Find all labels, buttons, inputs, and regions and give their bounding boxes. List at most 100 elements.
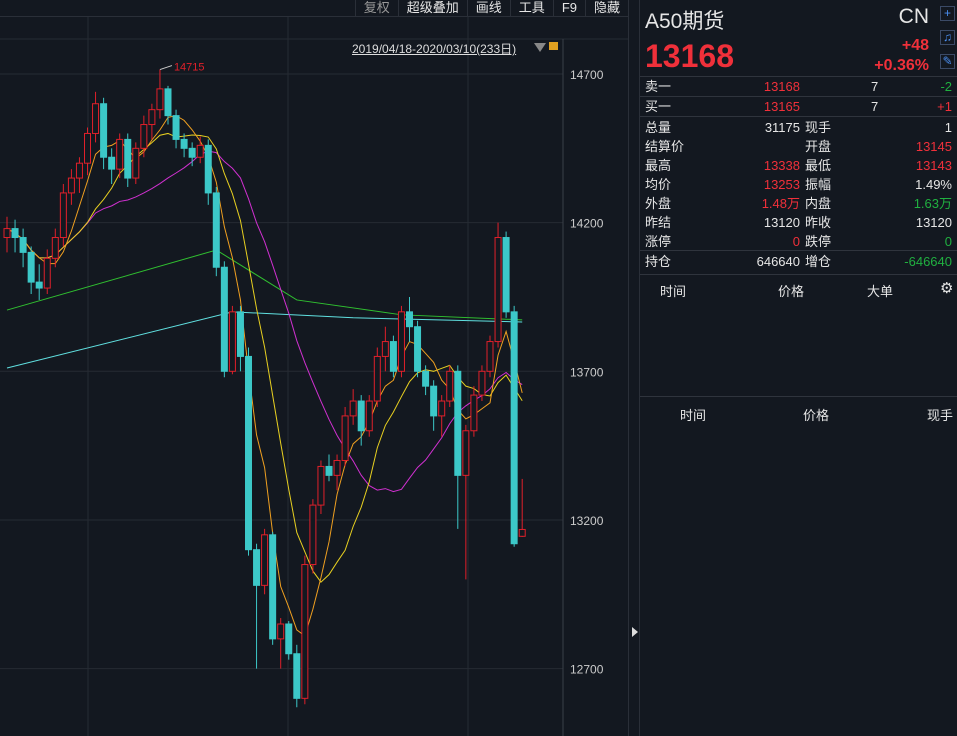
candle-body — [462, 430, 470, 476]
price: 13168 — [763, 79, 800, 94]
ma10-line — [6, 132, 523, 583]
label: 卖一 — [645, 79, 672, 94]
kline-chart[interactable]: 14700 14200 13700 13200 12700 14715 — [0, 17, 628, 736]
label: 买一 — [645, 99, 672, 114]
expand-arrow-icon[interactable] — [632, 627, 638, 637]
candle-body — [373, 355, 381, 402]
buy1-row: 买一 13165 7 +1 — [645, 97, 952, 116]
candle-body — [397, 311, 405, 372]
stat-value: 31175 — [764, 120, 800, 135]
toolbar-tools[interactable]: 工具 — [509, 0, 553, 16]
candle-body — [92, 103, 100, 134]
stat-value: 13145 — [915, 139, 952, 154]
stat-label: 振幅 — [805, 177, 832, 192]
candle-body — [502, 237, 510, 313]
toolbar-draw[interactable]: 画线 — [466, 0, 510, 16]
tick-header-time: 时间 — [660, 284, 687, 299]
candle-body — [357, 400, 365, 432]
candle-body — [204, 144, 212, 194]
candle-body — [454, 370, 462, 476]
trade-header-time: 时间 — [680, 408, 707, 423]
candle-body — [341, 415, 349, 461]
change-pct: +0.36% — [874, 57, 929, 74]
stat-row: 外盘 1.48万 内盘 1.63万 — [645, 194, 952, 213]
delta: +1 — [937, 99, 952, 114]
candle-body — [422, 370, 430, 387]
stat-row: 最高 13338 最低 13143 — [645, 156, 952, 175]
edit-icon[interactable]: ✎ — [940, 54, 955, 69]
range-dropdown-icon[interactable] — [534, 43, 546, 52]
candle-body — [438, 400, 446, 417]
panel-divider[interactable] — [628, 0, 640, 736]
candle-body — [253, 549, 261, 586]
candle-body — [3, 228, 11, 239]
high-marker-line — [159, 65, 173, 71]
bell-icon[interactable]: ♫ — [940, 30, 955, 45]
stat-label: 均价 — [645, 177, 672, 192]
candle-body — [172, 115, 180, 140]
candle-body — [389, 341, 397, 372]
stat-label: 现手 — [805, 120, 832, 135]
stat-value: 13120 — [763, 215, 800, 230]
candle-body — [212, 192, 220, 268]
stat-label: 涨停 — [645, 234, 672, 249]
tick-header-big: 大单 — [867, 284, 894, 299]
stat-label: 昨结 — [645, 215, 672, 230]
gear-icon[interactable]: ⚙ — [940, 279, 953, 297]
stat-row: 结算价 开盘 13145 — [645, 137, 952, 156]
lock-icon[interactable] — [549, 42, 558, 50]
candle-body — [108, 156, 116, 170]
candle-body — [494, 237, 502, 343]
sell1-row: 卖一 13168 7 -2 — [645, 77, 952, 96]
stat-label: 外盘 — [645, 196, 672, 211]
candle-body — [51, 237, 59, 259]
y-tick-label: 14700 — [570, 68, 604, 82]
candle-body — [100, 103, 108, 158]
y-tick-label: 13200 — [570, 514, 604, 528]
delta: -2 — [940, 79, 952, 94]
stat-row: 总量 31175 现手 1 — [645, 118, 952, 137]
price-change: +48 +0.36% — [874, 36, 929, 76]
candle-body — [124, 138, 132, 179]
toolbar-fuquan[interactable]: 复权 — [354, 0, 398, 16]
candle-body — [11, 228, 19, 239]
high-marker-label: 14715 — [174, 62, 205, 74]
candle-body — [132, 147, 140, 179]
y-tick-label: 12700 — [570, 663, 604, 677]
last-price: 13168 — [645, 38, 734, 74]
stat-value: 13143 — [915, 158, 952, 173]
candle-body — [325, 465, 333, 476]
candle-body — [277, 623, 285, 640]
tick-header-price: 价格 — [778, 284, 805, 299]
candle-body — [414, 326, 422, 372]
ma120-line — [6, 311, 523, 369]
stat-value: 0 — [792, 234, 800, 249]
candle-body — [67, 177, 75, 194]
change-value: +48 — [901, 37, 929, 54]
add-icon[interactable]: + — [940, 6, 955, 21]
candle-body — [365, 400, 373, 432]
toolbar-f9[interactable]: F9 — [552, 0, 585, 16]
candle-body — [349, 400, 357, 417]
stat-label: 总量 — [645, 120, 672, 135]
candle-body — [59, 192, 67, 239]
stat-value: 1.63万 — [913, 196, 952, 211]
trade-header-price: 价格 — [803, 408, 830, 423]
date-range-selector[interactable]: 2019/04/18-2020/03/10(233日) — [352, 40, 516, 57]
candle-body — [43, 257, 51, 289]
toolbar-overlay[interactable]: 超级叠加 — [397, 0, 467, 16]
value2: -646640 — [904, 254, 952, 269]
toolbar-hide[interactable]: 隐藏 — [584, 0, 628, 16]
candle-body — [116, 138, 124, 170]
candle-body — [293, 653, 301, 699]
stat-label: 昨收 — [805, 215, 832, 230]
y-tick-label: 13700 — [570, 365, 604, 379]
stat-value: 1 — [944, 120, 952, 135]
candle-body — [228, 311, 236, 372]
candle-body — [196, 144, 204, 158]
market-label: CN — [898, 5, 929, 28]
candle-body — [470, 394, 478, 432]
vol: 7 — [871, 99, 879, 114]
stat-label: 开盘 — [805, 139, 832, 154]
candle-body — [486, 341, 494, 372]
